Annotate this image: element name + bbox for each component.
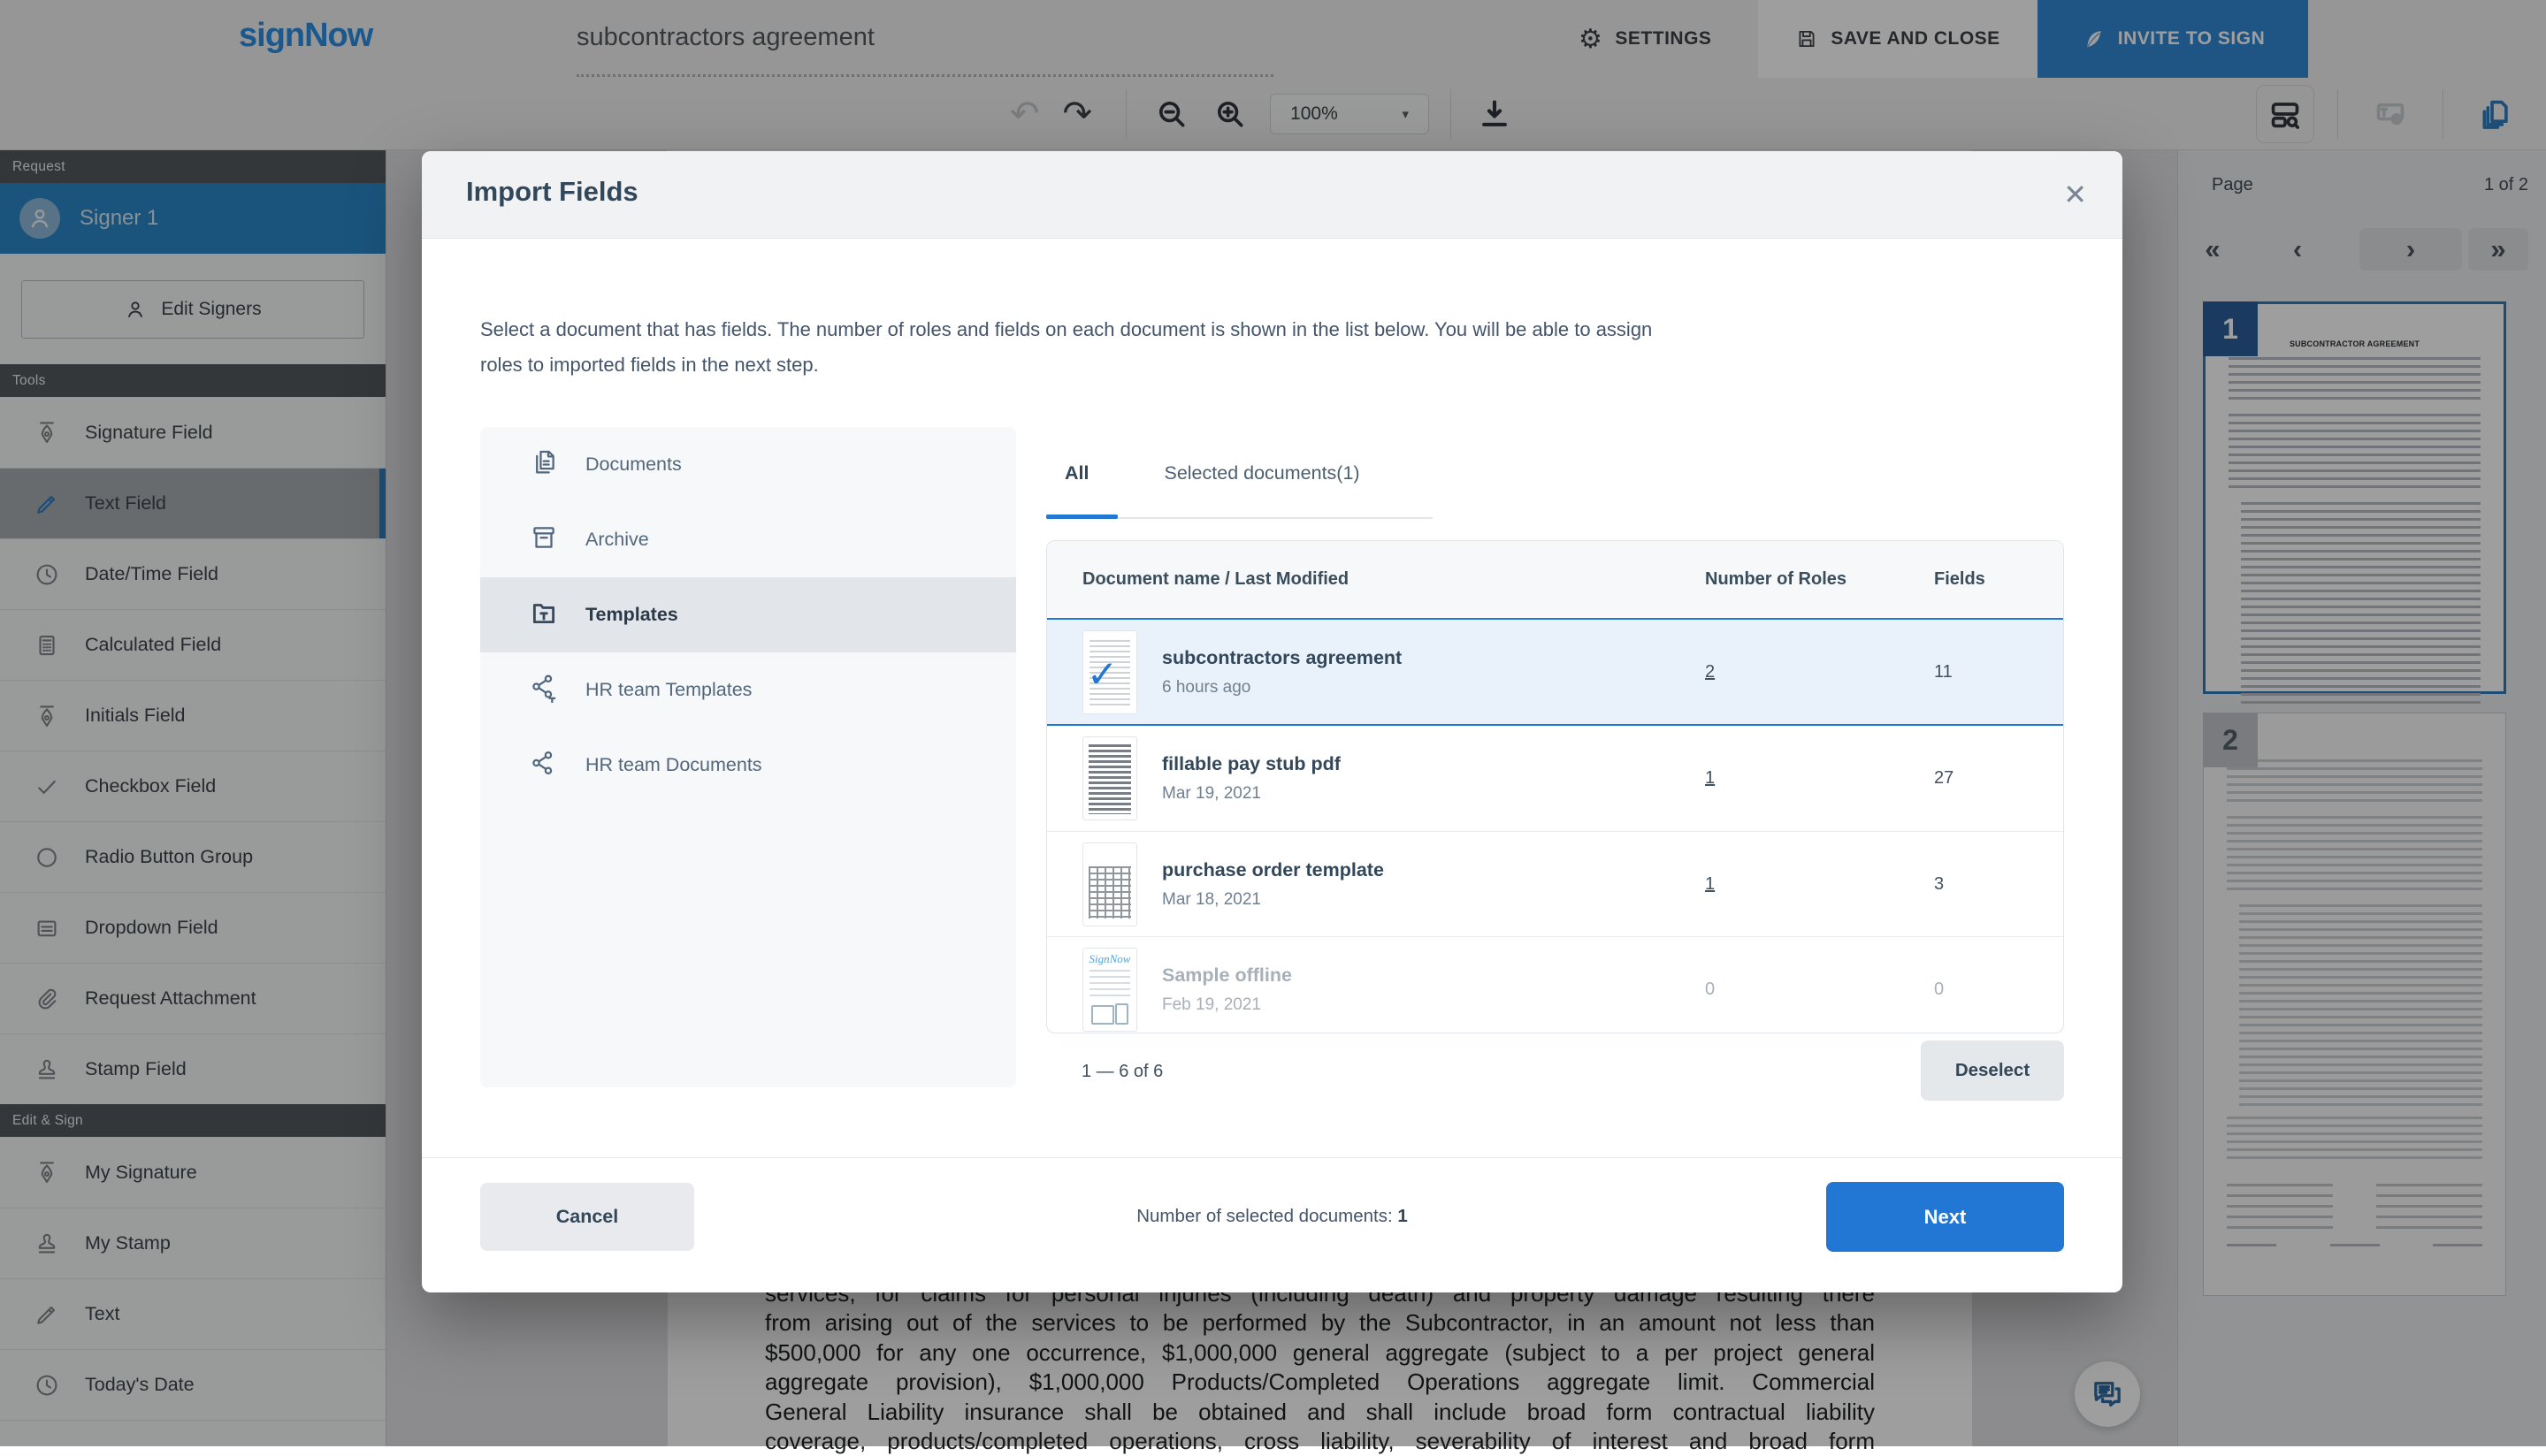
active-tab-indicator (1046, 515, 1118, 519)
table-row[interactable]: purchase order template Mar 18, 2021 1 3 (1047, 831, 2063, 936)
document-name: subcontractors agreement (1162, 647, 1402, 669)
fields-count: 27 (1934, 768, 1953, 788)
import-fields-modal: Import Fields ✕ Select a document that h… (422, 151, 2122, 1292)
folder-template-icon (529, 598, 559, 633)
last-modified: 6 hours ago (1162, 678, 1402, 698)
nav-item-label: HR team Documents (585, 754, 762, 776)
fields-count: 3 (1934, 874, 1944, 894)
last-modified: Mar 19, 2021 (1162, 784, 1341, 804)
roles-count: 0 (1705, 980, 1715, 999)
modal-header: Import Fields ✕ (422, 151, 2122, 239)
document-name: Sample offline (1162, 964, 1292, 987)
deselect-button[interactable]: Deselect (1921, 1041, 2064, 1101)
column-document-name: Document name / Last Modified (1047, 569, 1705, 590)
source-nav: Documents Archive Templates HR team Templat… (480, 427, 1016, 1087)
nav-item-label: Documents (585, 454, 682, 476)
description-line: Select a document that has fields. The n… (480, 312, 1652, 347)
nav-item-templates[interactable]: Templates (480, 577, 1016, 652)
nav-item-label: HR team Templates (585, 679, 752, 701)
tab-all[interactable]: All (1046, 462, 1107, 498)
documents-icon (529, 447, 559, 483)
table-header: Document name / Last Modified Number of … (1047, 541, 2063, 618)
footer-divider (422, 1157, 2122, 1158)
document-tabs: All Selected documents(1) (1046, 462, 1360, 498)
close-icon[interactable]: ✕ (2063, 178, 2087, 211)
document-thumbnail: ✓ (1082, 630, 1137, 714)
archive-icon (529, 522, 559, 558)
table-row[interactable]: ✓ subcontractors agreement 6 hours ago 2 11 (1047, 618, 2063, 726)
document-name: fillable pay stub pdf (1162, 753, 1341, 775)
nav-item-label: Archive (585, 529, 649, 551)
roles-count-link[interactable]: 2 (1705, 662, 1715, 682)
document-thumbnail: SignNow (1082, 948, 1137, 1032)
share-icon (529, 748, 559, 783)
tab-selected-documents[interactable]: Selected documents(1) (1164, 462, 1359, 498)
table-row[interactable]: SignNow Sample offline Feb 19, 2021 0 0 (1047, 936, 2063, 1033)
nav-item-hr-team-templates[interactable]: HR team Templates (480, 652, 1016, 728)
documents-table: Document name / Last Modified Number of … (1046, 540, 2064, 1033)
description-line: roles to imported fields in the next ste… (480, 347, 1652, 383)
table-body: ✓subcontractors agreement6 hours ago211f… (1047, 618, 2063, 1033)
selected-count-label: Number of selected documents: (1136, 1206, 1392, 1226)
fields-count: 11 (1934, 662, 1953, 682)
share-template-icon (529, 673, 559, 708)
last-modified: Feb 19, 2021 (1162, 995, 1292, 1015)
document-thumbnail (1082, 842, 1137, 926)
pagination-label: 1 — 6 of 6 (1082, 1062, 1163, 1082)
next-button[interactable]: Next (1826, 1182, 2064, 1252)
last-modified: Mar 18, 2021 (1162, 890, 1384, 910)
selected-check-icon: ✓ (1087, 652, 1118, 696)
nav-item-archive[interactable]: Archive (480, 502, 1016, 577)
fields-count: 0 (1934, 980, 1944, 999)
selected-count-value: 1 (1397, 1206, 1407, 1226)
modal-description: Select a document that has fields. The n… (480, 312, 1652, 383)
nav-item-label: Templates (585, 604, 678, 626)
column-number-of-roles: Number of Roles (1705, 569, 1934, 590)
column-fields: Fields (1934, 569, 2063, 590)
modal-title: Import Fields (466, 176, 638, 208)
nav-item-documents[interactable]: Documents (480, 427, 1016, 502)
document-thumbnail (1082, 736, 1137, 820)
nav-item-hr-team-documents[interactable]: HR team Documents (480, 728, 1016, 803)
roles-count-link[interactable]: 1 (1705, 768, 1715, 788)
document-name: purchase order template (1162, 859, 1384, 881)
table-row[interactable]: fillable pay stub pdf Mar 19, 2021 1 27 (1047, 726, 2063, 831)
roles-count-link[interactable]: 1 (1705, 874, 1715, 894)
